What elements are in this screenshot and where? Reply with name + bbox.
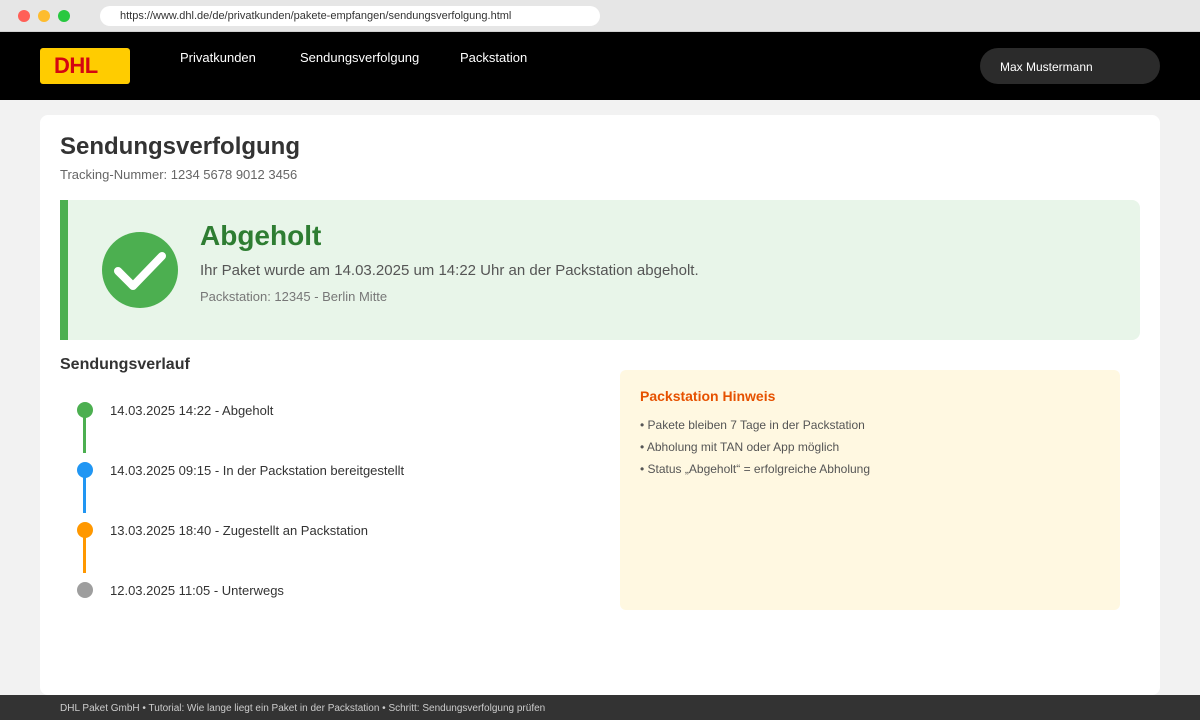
status-title: Abgeholt	[200, 220, 322, 251]
timeline-event: 12.03.2025 11:05 - Unterwegs	[110, 583, 284, 598]
check-icon	[102, 232, 178, 308]
timeline-dot	[77, 582, 93, 598]
nav-privatkunden[interactable]: Privatkunden	[180, 50, 256, 65]
packstation-hint-box: Packstation Hinweis • Pakete bleiben 7 T…	[620, 370, 1120, 610]
nav-sendungsverfolgung[interactable]: Sendungsverfolgung	[300, 50, 419, 65]
timeline-event: 13.03.2025 18:40 - Zugestellt an Packsta…	[110, 523, 369, 538]
hint-item: • Pakete bleiben 7 Tage in der Packstati…	[640, 418, 865, 432]
timeline-line	[83, 475, 86, 513]
page-title: Sendungsverfolgung	[60, 133, 300, 160]
timeline-event: 14.03.2025 14:22 - Abgeholt	[110, 403, 274, 418]
history-title: Sendungsverlauf	[60, 356, 190, 373]
address-bar[interactable]: https://www.dhl.de/de/privatkunden/paket…	[100, 6, 600, 26]
browser-chrome: https://www.dhl.de/de/privatkunden/paket…	[0, 0, 1200, 32]
status-description: Ihr Paket wurde am 14.03.2025 um 14:22 U…	[200, 262, 699, 279]
footer-bar: DHL Paket GmbH • Tutorial: Wie lange lie…	[0, 695, 1200, 720]
nav-packstation[interactable]: Packstation	[460, 50, 527, 65]
site-header: DHL Privatkunden Sendungsverfolgung Pack…	[0, 32, 1200, 100]
tracking-card: Sendungsverfolgung Tracking-Nummer: 1234…	[40, 115, 1160, 695]
tracking-number: Tracking-Nummer: 1234 5678 9012 3456	[60, 167, 298, 182]
user-account-button[interactable]: Max Mustermann	[980, 48, 1160, 84]
hint-item: • Status „Abgeholt“ = erfolgreiche Abhol…	[640, 462, 871, 476]
timeline-line	[83, 415, 86, 453]
minimize-window-button[interactable]	[38, 10, 50, 22]
status-station: Packstation: 12345 - Berlin Mitte	[200, 289, 388, 304]
timeline-event: 14.03.2025 09:15 - In der Packstation be…	[110, 463, 405, 478]
dhl-logo[interactable]: DHL	[40, 48, 130, 84]
hint-title: Packstation Hinweis	[640, 388, 776, 404]
timeline-line	[83, 535, 86, 573]
status-banner: Abgeholt Ihr Paket wurde am 14.03.2025 u…	[60, 200, 1140, 340]
hint-item: • Abholung mit TAN oder App möglich	[640, 440, 840, 454]
close-window-button[interactable]	[18, 10, 30, 22]
maximize-window-button[interactable]	[58, 10, 70, 22]
